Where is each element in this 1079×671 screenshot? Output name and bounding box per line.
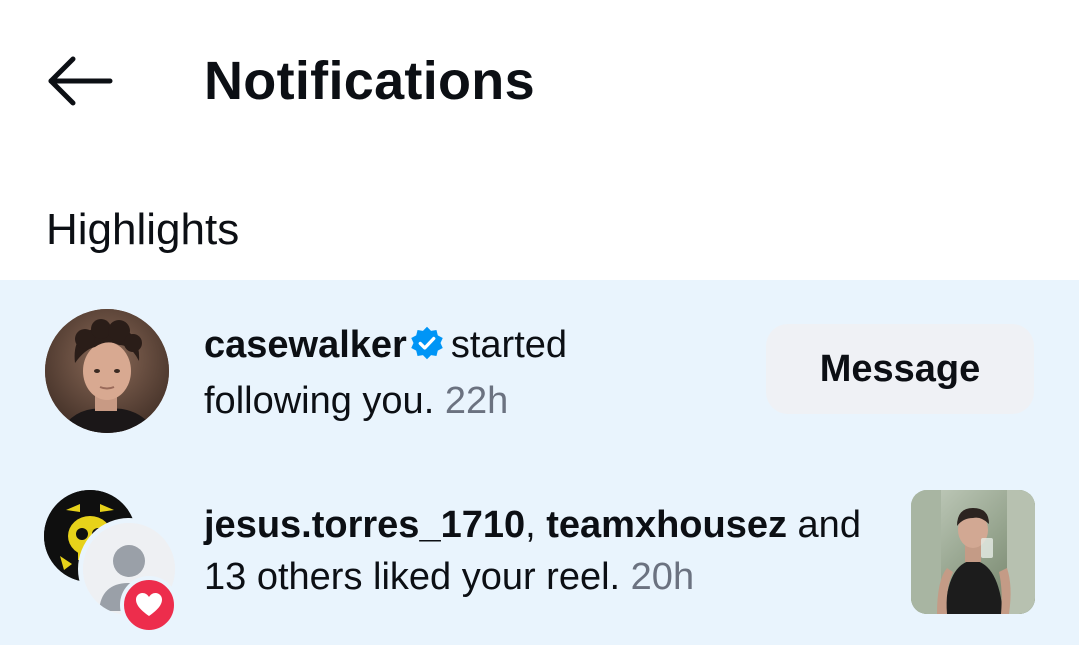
reel-image xyxy=(911,490,1035,614)
connector-text: and xyxy=(797,504,861,546)
avatar-stack[interactable] xyxy=(44,490,180,634)
arrow-left-icon xyxy=(48,56,113,106)
notification-action: 13 others liked your reel. xyxy=(204,556,621,598)
username[interactable]: casewalker xyxy=(204,324,407,366)
notification-text: jesus.torres_1710, teamxhousez and 13 oth… xyxy=(204,499,884,603)
timestamp: 20h xyxy=(630,556,695,598)
heart-icon xyxy=(136,593,162,616)
header: Notifications xyxy=(0,0,1079,160)
verified-badge-icon xyxy=(409,323,445,375)
reel-thumbnail[interactable] xyxy=(911,490,1035,614)
page-title: Notifications xyxy=(204,51,535,111)
notifications-screen: Notifications Highlights casewalker star… xyxy=(0,0,1079,671)
section-title: Highlights xyxy=(46,205,240,254)
username[interactable]: teamxhousez xyxy=(546,504,787,546)
timestamp: 22h xyxy=(444,380,509,422)
avatar[interactable] xyxy=(45,309,169,433)
message-button[interactable]: Message xyxy=(766,324,1034,414)
avatar-photo xyxy=(45,309,169,433)
notification-item-like[interactable]: jesus.torres_1710, teamxhousez and 13 oth… xyxy=(0,460,1079,645)
notification-text: casewalker started following you. 22h xyxy=(204,319,724,427)
notification-item-follow[interactable]: casewalker started following you. 22h Me… xyxy=(0,280,1079,460)
heart-badge xyxy=(120,576,178,634)
username[interactable]: jesus.torres_1710 xyxy=(204,504,525,546)
back-button[interactable] xyxy=(38,46,122,116)
separator: , xyxy=(525,504,536,546)
